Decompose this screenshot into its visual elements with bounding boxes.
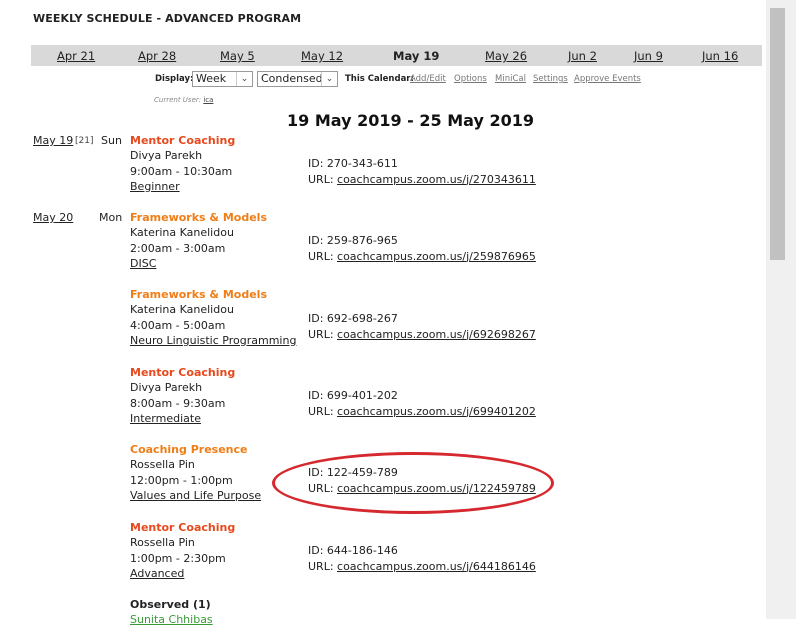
week-link-apr28[interactable]: Apr 28: [138, 49, 176, 63]
scrollbar-thumb[interactable]: [770, 8, 785, 260]
date-range-title: 19 May 2019 - 25 May 2019: [287, 111, 534, 130]
event-info: ID: 644-186-146 URL: coachcampus.zoom.us…: [308, 543, 536, 574]
event-info: ID: 270-343-611 URL: coachcampus.zoom.us…: [308, 156, 536, 187]
week-navigation-bar: Apr 21 Apr 28 May 5 May 12 May 19 May 26…: [31, 45, 762, 66]
meeting-url-link[interactable]: coachcampus.zoom.us/j/644186146: [337, 560, 536, 573]
observed-block: Observed (1) Sunita Chhibas: [130, 597, 430, 628]
week-link-jun9[interactable]: Jun 9: [634, 49, 663, 63]
week-link-jun2[interactable]: Jun 2: [568, 49, 597, 63]
event-info: ID: 699-401-202 URL: coachcampus.zoom.us…: [308, 388, 536, 419]
event-info: ID: 692-698-267 URL: coachcampus.zoom.us…: [308, 311, 536, 342]
this-calendar-label: This Calendar:: [345, 74, 414, 84]
minical-link[interactable]: MiniCal: [495, 74, 526, 84]
event-title[interactable]: Frameworks & Models: [130, 210, 430, 225]
event-info: ID: 259-876-965 URL: coachcampus.zoom.us…: [308, 233, 536, 264]
mode-select-value: Condensed: [261, 72, 323, 85]
url-label: URL:: [308, 404, 334, 418]
current-user: Current User: ica: [154, 96, 213, 104]
event-category-link[interactable]: Values and Life Purpose: [130, 489, 261, 502]
current-user-link[interactable]: ica: [203, 96, 213, 104]
week-link-may26[interactable]: May 26: [485, 49, 527, 63]
add-edit-link[interactable]: Add/Edit: [410, 74, 446, 84]
event-title[interactable]: Mentor Coaching: [130, 365, 430, 380]
current-user-label: Current User:: [154, 96, 202, 104]
url-label: URL:: [308, 249, 334, 263]
day-of-week: Mon: [99, 211, 123, 224]
day-date-link[interactable]: May 19: [33, 134, 73, 147]
week-link-may12[interactable]: May 12: [301, 49, 343, 63]
url-label: URL:: [308, 327, 334, 341]
options-link[interactable]: Options: [454, 74, 487, 84]
event-title[interactable]: Mentor Coaching: [130, 520, 430, 535]
view-select-value: Week: [196, 72, 227, 85]
week-current-may19: May 19: [393, 49, 440, 63]
meeting-id: ID: 270-343-611: [308, 157, 398, 170]
week-link-jun16[interactable]: Jun 16: [702, 49, 738, 63]
url-label: URL:: [308, 172, 334, 186]
event-category-link[interactable]: Advanced: [130, 567, 184, 580]
meeting-id: ID: 692-698-267: [308, 312, 398, 325]
settings-link[interactable]: Settings: [533, 74, 568, 84]
mode-select[interactable]: Condensed ⌄: [257, 71, 338, 87]
day-of-week: Sun: [101, 134, 122, 147]
url-label: URL:: [308, 559, 334, 573]
page-title: WEEKLY SCHEDULE - ADVANCED PROGRAM: [33, 12, 302, 25]
approve-events-link[interactable]: Approve Events: [574, 74, 641, 84]
day-number: [21]: [75, 136, 94, 146]
event-category-link[interactable]: Intermediate: [130, 412, 201, 425]
week-link-may5[interactable]: May 5: [220, 49, 255, 63]
meeting-id: ID: 259-876-965: [308, 234, 398, 247]
observed-name: Sunita Chhibas: [130, 613, 213, 627]
observed-title: Observed (1): [130, 598, 211, 611]
meeting-url-link[interactable]: coachcampus.zoom.us/j/259876965: [337, 250, 536, 263]
meeting-url-link[interactable]: coachcampus.zoom.us/j/699401202: [337, 405, 536, 418]
meeting-url-link[interactable]: coachcampus.zoom.us/j/692698267: [337, 328, 536, 341]
day-date-link[interactable]: May 20: [33, 211, 73, 224]
event-category-link[interactable]: Neuro Linguistic Programming: [130, 334, 296, 347]
display-label: Display:: [155, 74, 194, 84]
week-link-apr21[interactable]: Apr 21: [57, 49, 95, 63]
meeting-url-link[interactable]: coachcampus.zoom.us/j/270343611: [337, 173, 536, 186]
chevron-down-icon: ⌄: [236, 72, 252, 86]
event-title[interactable]: Frameworks & Models: [130, 287, 430, 302]
event-category-link[interactable]: Beginner: [130, 180, 180, 193]
event-category-link[interactable]: DISC: [130, 257, 156, 270]
chevron-down-icon: ⌄: [321, 72, 337, 86]
meeting-id: ID: 699-401-202: [308, 389, 398, 402]
highlight-ellipse: [272, 452, 554, 514]
view-select[interactable]: Week ⌄: [192, 71, 253, 87]
event-title[interactable]: Mentor Coaching: [130, 133, 430, 148]
meeting-id: ID: 644-186-146: [308, 544, 398, 557]
